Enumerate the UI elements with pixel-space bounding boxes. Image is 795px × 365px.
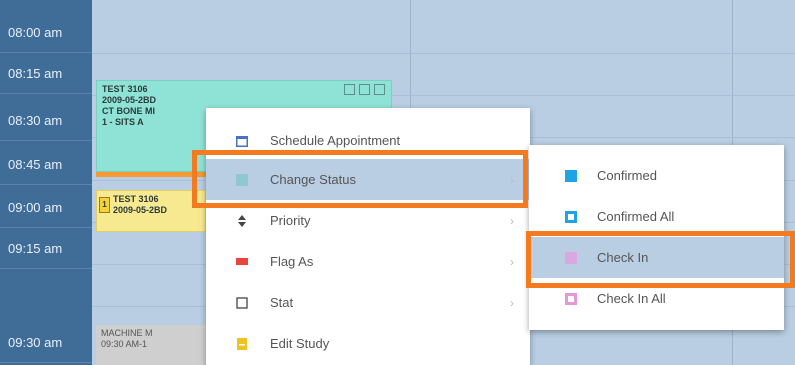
time-slot-label: 08:30 am — [0, 100, 92, 141]
chevron-right-icon: › — [510, 254, 514, 269]
appointment-patient: TEST 3106 — [113, 194, 159, 204]
submenu-item-label: Check In All — [597, 291, 666, 306]
context-menu: Schedule Appointment Change Status › Pri… — [206, 108, 530, 365]
time-slot-label: 08:00 am — [0, 12, 92, 53]
appointment-date: 2009-05-2BD — [113, 205, 168, 215]
menu-item-stat[interactable]: Stat › — [206, 282, 530, 323]
chevron-right-icon: › — [510, 213, 514, 228]
confirmed-icon — [565, 169, 577, 182]
appointment-resource: MACHINE M — [101, 328, 153, 338]
appointment-card[interactable]: MACHINE M 09:30 AM-1 — [96, 325, 206, 365]
menu-item-label: Flag As — [270, 254, 314, 269]
time-slot-label: 09:15 am — [0, 228, 92, 269]
highlight-frame-check-in — [526, 231, 795, 288]
check-in-all-icon — [565, 292, 577, 305]
confirmed-all-icon — [565, 210, 577, 223]
time-slot-label: 08:45 am — [0, 144, 92, 185]
menu-item-edit-study[interactable]: Edit Study — [206, 323, 530, 364]
checkbox-icon — [236, 296, 248, 309]
time-column: 08:00 am 08:15 am 08:30 am 08:45 am 09:0… — [0, 0, 92, 365]
appointment-card[interactable]: 1 TEST 3106 2009-05-2BD — [96, 190, 206, 232]
menu-item-label: Stat — [270, 295, 294, 310]
time-slot-label: 08:15 am — [0, 53, 92, 94]
submenu-item-confirmed[interactable]: Confirmed — [529, 155, 784, 196]
flag-icon — [236, 257, 248, 265]
menu-item-label: Schedule Appointment — [270, 133, 401, 148]
appointment-badge: 1 — [99, 197, 110, 213]
appointment-status-bar — [96, 172, 206, 177]
menu-item-flag-as[interactable]: Flag As › — [206, 241, 530, 282]
submenu-item-label: Confirmed All — [597, 209, 675, 224]
calendar-icon — [236, 135, 248, 147]
chevron-right-icon: › — [510, 295, 514, 310]
document-icon[interactable] — [374, 84, 385, 95]
menu-item-label: Edit Study — [270, 336, 330, 351]
appointment-time: 09:30 AM-1 — [101, 339, 148, 349]
info-icon[interactable] — [344, 84, 355, 95]
edit-study-icon — [237, 337, 247, 350]
highlight-frame-change-status — [192, 150, 528, 208]
time-slot-label: 09:30 am — [0, 322, 92, 363]
appointment-icons — [344, 84, 385, 95]
priority-icon — [238, 214, 246, 227]
submenu-item-label: Confirmed — [597, 168, 657, 183]
menu-item-label: Priority — [270, 213, 311, 228]
link-icon[interactable] — [359, 84, 370, 95]
appointment-date: 2009-05-2BD — [102, 95, 157, 105]
time-slot-label: 09:00 am — [0, 187, 92, 228]
